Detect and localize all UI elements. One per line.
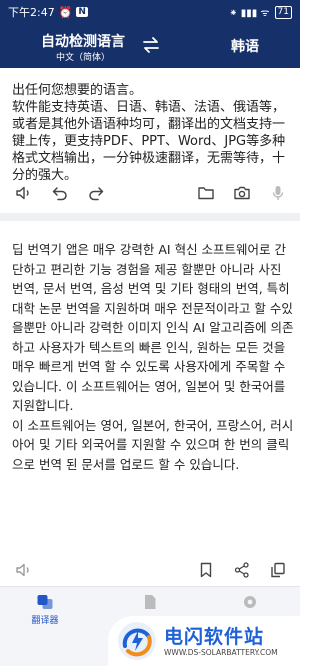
watermark-title: 电闪软件站 [164, 626, 265, 648]
source-text: 出任何您想要的语言。 软件能支持英语、日语、韩语、法语、俄语等，或者是其他外语语… [12, 83, 286, 183]
speaker-icon[interactable] [14, 560, 34, 580]
nav-item-settings[interactable] [215, 593, 285, 613]
source-language-selector[interactable]: 自动检测语言 [28, 31, 138, 51]
signal-icons: ⁕ ▮▮▮ ᯤ [229, 8, 270, 19]
nav-item-documents[interactable] [115, 593, 185, 613]
status-time: 下午2:47 [8, 6, 55, 19]
alarm-icon: ⏰ [58, 5, 73, 19]
share-icon[interactable] [232, 560, 252, 580]
redo-icon[interactable] [86, 183, 106, 203]
nav-label: 翻译器 [31, 616, 59, 626]
target-language-selector[interactable]: 韩语 [190, 36, 300, 56]
status-bar: 下午2:47 ⏰ N ⁕ ▮▮▮ ᯤ 71 [0, 0, 300, 24]
folder-icon[interactable] [196, 183, 216, 203]
battery-icon: 71 [274, 5, 292, 19]
swap-languages-icon[interactable] [140, 34, 162, 56]
bookmark-icon[interactable] [196, 560, 216, 580]
settings-icon [241, 593, 259, 611]
translation-result: 딥 번역기 앱은 매우 강력한 AI 혁신 소프트웨어로 간단하고 편리한 기능… [12, 240, 294, 474]
speaker-icon[interactable] [14, 183, 34, 203]
watermark-url: WWW.DS-SOLARBATTERY.COM [164, 648, 278, 657]
undo-icon[interactable] [50, 183, 70, 203]
detected-language-label: 中文（简体） [55, 53, 110, 63]
source-toolbar [0, 180, 300, 206]
language-header: 自动检测语言 中文（简体） 韩语 [0, 24, 300, 68]
source-text-area[interactable]: 出任何您想要的语言。 软件能支持英语、日语、韩语、法语、俄语等，或者是其他外语语… [12, 82, 292, 184]
watermark-logo-icon [116, 620, 158, 662]
translate-icon [36, 593, 54, 611]
result-paragraph: 딥 번역기 앱은 매우 강력한 AI 혁신 소프트웨어로 간단하고 편리한 기능… [12, 242, 294, 413]
document-icon [141, 593, 159, 611]
app-badge: N [76, 7, 88, 17]
section-divider [0, 213, 300, 221]
microphone-icon[interactable] [268, 183, 288, 203]
watermark: 电闪软件站 WWW.DS-SOLARBATTERY.COM [108, 616, 300, 666]
copy-icon[interactable] [268, 560, 288, 580]
result-toolbar [0, 557, 300, 583]
camera-icon[interactable] [232, 183, 252, 203]
result-paragraph: 이 소프트웨어는 영어, 일본어, 한국어, 프랑스어, 러시아어 및 기타 외… [12, 417, 294, 472]
nav-item-translator[interactable]: 翻译器 [10, 593, 80, 626]
